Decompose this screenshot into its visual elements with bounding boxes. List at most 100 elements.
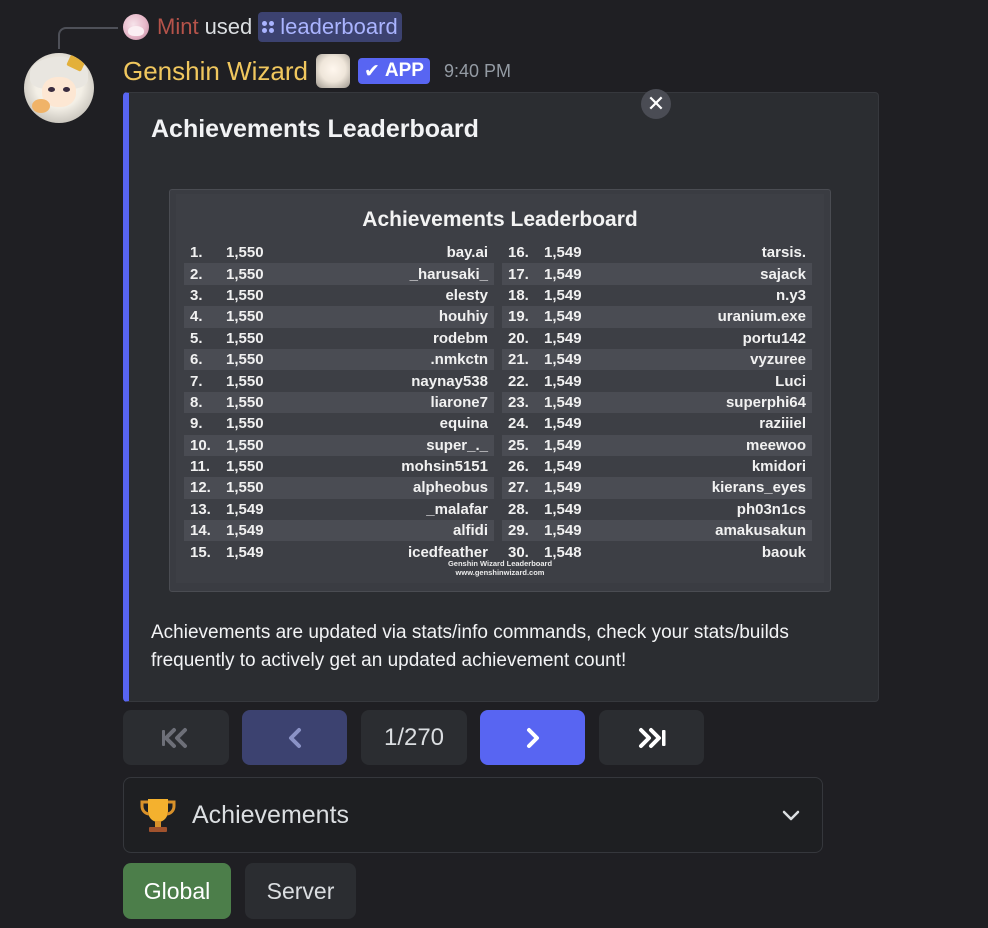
leaderboard-rank: 3. (190, 286, 203, 304)
leaderboard-name: elesty (445, 286, 488, 304)
leaderboard-rank: 28. (508, 500, 529, 518)
leaderboard-score: 1,549 (544, 458, 582, 476)
leaderboard-score: 1,549 (544, 286, 582, 304)
leaderboard-row: 19. 1,549 uranium.exe (502, 306, 812, 328)
leaderboard-rank: 5. (190, 329, 203, 347)
reply-used-text: used (204, 14, 253, 39)
leaderboard-name: _malafar (426, 500, 488, 518)
leaderboard-row: 21. 1,549 vyzuree (502, 348, 812, 371)
leaderboard-name: meewoo (745, 436, 806, 454)
leaderboard-image[interactable]: Achievements Leaderboard 1. 1,550 bay.ai 2.… (169, 189, 831, 592)
leaderboard-left-column: 1. 1,550 bay.ai 2. 1,550 _harusaki_ 3. 1,550 ele… (184, 242, 494, 563)
leaderboard-score: 1,550 (226, 286, 264, 304)
leaderboard-rank: 8. (190, 393, 203, 411)
leaderboard-rank: 27. (508, 479, 529, 497)
page-indicator[interactable]: 1/270 (361, 710, 467, 765)
leaderboard-name: amakusakun (715, 522, 806, 540)
reply-user-avatar[interactable] (123, 14, 149, 40)
leaderboard-row: 14. 1,549 alfidi (184, 520, 494, 542)
leaderboard-row: 5. 1,550 rodebm (184, 328, 494, 349)
verified-check-icon: ✔ (363, 60, 380, 82)
leaderboard-score: 1,549 (544, 393, 582, 411)
leaderboard-rank: 18. (508, 286, 529, 304)
leaderboard-score: 1,549 (544, 479, 582, 497)
leaderboard-name: alfidi (452, 522, 488, 540)
leaderboard-row: 12. 1,550 alpheobus (184, 477, 494, 499)
leaderboard-score: 1,550 (226, 436, 264, 454)
leaderboard-row: 7. 1,550 naynay538 (184, 370, 494, 391)
leaderboard-name: mohsin5151 (401, 458, 488, 476)
leaderboard-rank: 14. (190, 522, 211, 540)
leaderboard-score: 1,550 (226, 308, 264, 326)
leaderboard-score: 1,550 (226, 244, 264, 262)
leaderboard-name: liarone7 (430, 393, 488, 411)
bot-username[interactable]: Genshin Wizard (123, 56, 308, 87)
server-button[interactable]: Server (245, 863, 356, 919)
leaderboard-score: 1,550 (226, 415, 264, 433)
leaderboard-rank: 9. (190, 415, 203, 433)
leaderboard-name: tarsis. (761, 244, 806, 262)
leaderboard-name: ph03n1cs (736, 500, 806, 518)
leaderboard-rank: 11. (190, 458, 211, 476)
leaderboard-score: 1,550 (226, 265, 264, 283)
next-page-button[interactable] (480, 710, 585, 765)
leaderboard-score: 1,549 (544, 436, 582, 454)
skip-to-end-icon (638, 727, 665, 748)
leaderboard-rank: 29. (508, 522, 529, 540)
embed-title: Achievements Leaderboard (151, 115, 479, 143)
leaderboard-score: 1,550 (226, 372, 264, 390)
leaderboard-rank: 25. (508, 436, 529, 454)
slash-command-icon (262, 21, 275, 33)
category-select[interactable]: Achievements (123, 777, 823, 853)
message-header: Genshin Wizard ✔ APP 9:40 PM (123, 54, 511, 88)
trophy-icon (140, 799, 176, 832)
leaderboard-score: 1,549 (544, 265, 582, 283)
first-page-button[interactable] (123, 710, 229, 765)
select-value: Achievements (192, 800, 350, 829)
command-mention[interactable]: leaderboard (258, 12, 402, 42)
chevron-right-icon (526, 727, 539, 748)
leaderboard-score: 1,549 (226, 500, 264, 518)
global-button[interactable]: Global (123, 863, 231, 919)
leaderboard-row: 27. 1,549 kierans_eyes (502, 477, 812, 499)
reply-connector (58, 27, 118, 49)
leaderboard-name: bay.ai (446, 244, 488, 262)
leaderboard-name: kierans_eyes (711, 479, 806, 497)
leaderboard-row: 8. 1,550 liarone7 (184, 391, 494, 414)
leaderboard-row: 25. 1,549 meewoo (502, 434, 812, 456)
leaderboard-rank: 24. (508, 415, 529, 433)
leaderboard-rank: 22. (508, 372, 529, 390)
leaderboard-row: 22. 1,549 Luci (502, 370, 812, 391)
reply-context[interactable]: Mint used leaderboard (123, 12, 402, 42)
bot-avatar[interactable] (24, 53, 94, 123)
leaderboard-rank: 16. (508, 244, 529, 262)
role-icon (315, 54, 350, 88)
chevron-down-icon (782, 810, 800, 821)
embed: Achievements Leaderboard Achievements Le… (123, 92, 879, 702)
footer-line-2: www.genshinwizard.com (455, 568, 545, 577)
leaderboard-row: 18. 1,549 n.y3 (502, 285, 812, 306)
leaderboard-name: naynay538 (411, 372, 488, 390)
chevron-left-icon (288, 727, 301, 748)
leaderboard-rank: 19. (508, 308, 529, 326)
last-page-button[interactable] (599, 710, 704, 765)
leaderboard-right-column: 16. 1,549 tarsis. 17. 1,549 sajack 18. 1,549 n.y… (502, 242, 812, 563)
leaderboard-rank: 1. (190, 244, 203, 262)
leaderboard-row: 29. 1,549 amakusakun (502, 520, 812, 542)
leaderboard-row: 17. 1,549 sajack (502, 263, 812, 285)
leaderboard-name: alpheobus (412, 479, 488, 497)
leaderboard-row: 1. 1,550 bay.ai (184, 242, 494, 263)
leaderboard-row: 28. 1,549 ph03n1cs (502, 499, 812, 520)
message-timestamp[interactable]: 9:40 PM (444, 61, 511, 82)
leaderboard-score: 1,549 (544, 500, 582, 518)
leaderboard-name: vyzuree (750, 351, 806, 369)
leaderboard-image-footer: Genshin Wizard Leaderboard www.genshinwi… (176, 559, 824, 577)
leaderboard-score: 1,549 (544, 308, 582, 326)
leaderboard-rank: 2. (190, 265, 203, 283)
previous-page-button[interactable] (242, 710, 347, 765)
leaderboard-rank: 13. (190, 500, 211, 518)
leaderboard-rank: 20. (508, 329, 529, 347)
close-icon[interactable]: ✕ (641, 89, 671, 119)
reply-username[interactable]: Mint (157, 14, 199, 40)
leaderboard-row: 20. 1,549 portu142 (502, 328, 812, 349)
